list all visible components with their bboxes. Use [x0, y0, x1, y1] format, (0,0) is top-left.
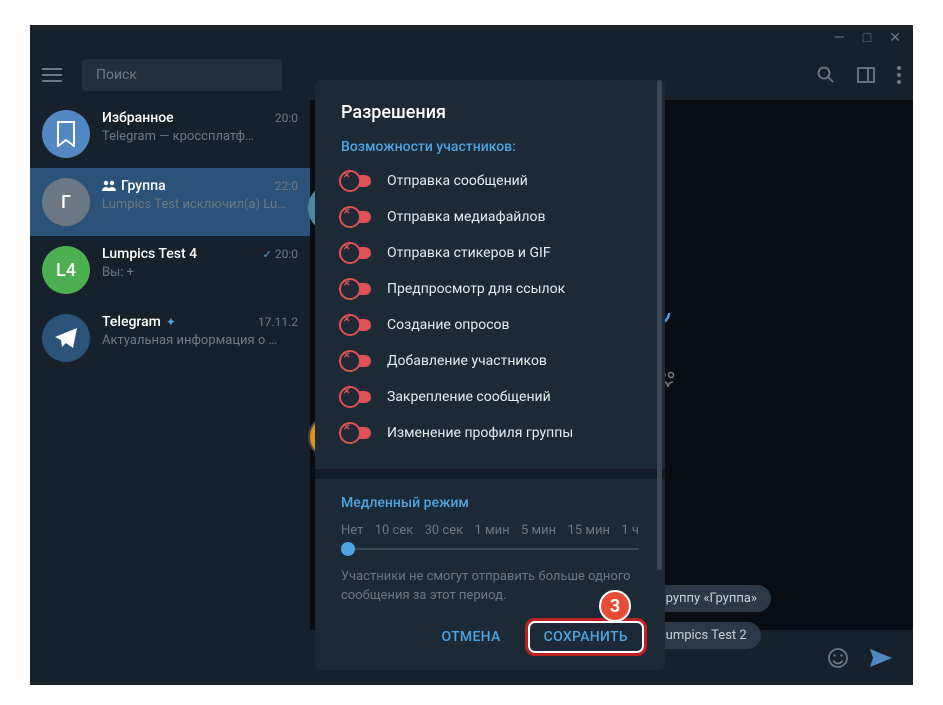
- chat-time: 20:0: [275, 110, 298, 126]
- toggle-switch[interactable]: [341, 355, 371, 367]
- permissions-dialog: Разрешения Возможности участников: Отпра…: [315, 80, 665, 670]
- toggle-switch[interactable]: [341, 319, 371, 331]
- slider-label: 30 сек: [425, 523, 464, 538]
- chat-time: ✓20:0: [263, 246, 298, 262]
- slider-label: Нет: [341, 523, 363, 538]
- chat-name: Lumpics Test 4: [102, 246, 197, 262]
- chat-item-group[interactable]: Г Группа 22:0 Lumpics Test исключил(а) Lu…: [30, 168, 310, 236]
- permission-label: Закрепление сообщений: [387, 389, 551, 405]
- permission-row[interactable]: Изменение профиля группы: [341, 415, 639, 451]
- permission-label: Создание опросов: [387, 317, 510, 333]
- chat-item-telegram[interactable]: Telegram ✦ 17.11.2 Актуальная информация …: [30, 304, 310, 372]
- close-button[interactable]: ✕: [889, 30, 901, 46]
- slider-labels: Нет 10 сек 30 сек 1 мин 5 мин 15 мин 1 ч: [341, 523, 639, 538]
- titlebar: — □ ✕: [30, 25, 913, 50]
- chat-preview: Lumpics Test исключил(а) Lu…: [102, 197, 298, 212]
- toggle-switch[interactable]: [341, 427, 371, 439]
- permission-row[interactable]: Отправка сообщений: [341, 163, 639, 199]
- avatar: L4: [42, 246, 90, 294]
- section-subtitle: Возможности участников:: [315, 131, 665, 163]
- slowmode-title: Медленный режим: [341, 495, 639, 523]
- scrollbar[interactable]: [657, 80, 662, 570]
- save-button[interactable]: СОХРАНИТЬ: [525, 618, 647, 656]
- permission-row[interactable]: Закрепление сообщений: [341, 379, 639, 415]
- slowmode-description: Участники не смогут отправить больше одн…: [341, 568, 639, 604]
- chat-preview: Telegram — кроссплатф…: [102, 129, 298, 144]
- chat-list: Избранное 20:0 Telegram — кроссплатф… Г Г…: [30, 100, 310, 685]
- slider-thumb[interactable]: [341, 542, 355, 556]
- search-input[interactable]: Поиск: [82, 59, 282, 91]
- permission-label: Изменение профиля группы: [387, 425, 573, 441]
- chat-preview: Актуальная информация о …: [102, 333, 298, 348]
- chat-name: Telegram ✦: [102, 314, 176, 330]
- sidepanel-icon[interactable]: [857, 66, 875, 84]
- slider-label: 1 ч: [621, 523, 639, 538]
- avatar-telegram-icon: [42, 314, 90, 362]
- search-icon[interactable]: [817, 66, 835, 84]
- slider-label: 1 мин: [474, 523, 509, 538]
- permission-label: Предпросмотр для ссылок: [387, 281, 565, 297]
- chat-item[interactable]: L4 Lumpics Test 4 ✓20:0 Вы: +: [30, 236, 310, 304]
- toggle-switch[interactable]: [341, 391, 371, 403]
- maximize-button[interactable]: □: [863, 29, 871, 46]
- emoji-icon[interactable]: [827, 647, 849, 669]
- toggle-switch[interactable]: [341, 175, 371, 187]
- more-icon[interactable]: [897, 66, 901, 84]
- permission-row[interactable]: Предпросмотр для ссылок: [341, 271, 639, 307]
- avatar: Г: [42, 178, 90, 226]
- permission-row[interactable]: Отправка медиафайлов: [341, 199, 639, 235]
- permission-label: Отправка сообщений: [387, 173, 528, 189]
- toggle-switch[interactable]: [341, 247, 371, 259]
- chat-item-saved[interactable]: Избранное 20:0 Telegram — кроссплатф…: [30, 100, 310, 168]
- permission-label: Отправка медиафайлов: [387, 209, 545, 225]
- cancel-button[interactable]: ОТМЕНА: [425, 618, 516, 656]
- check-icon: ✓: [263, 248, 272, 261]
- group-icon: [102, 180, 116, 192]
- slider-label: 5 мин: [521, 523, 556, 538]
- send-icon[interactable]: [869, 648, 893, 668]
- chat-name: Избранное: [102, 110, 174, 126]
- permission-row[interactable]: Отправка стикеров и GIF: [341, 235, 639, 271]
- chips-area: руппу «Группа» umpics Test 2: [652, 585, 771, 649]
- permission-label: Отправка стикеров и GIF: [387, 245, 551, 261]
- dialog-title: Разрешения: [315, 80, 665, 131]
- slider-label: 10 сек: [375, 523, 414, 538]
- permission-row[interactable]: Создание опросов: [341, 307, 639, 343]
- chat-name: Группа: [102, 178, 166, 194]
- avatar-saved-icon: [42, 110, 90, 158]
- chat-time: 17.11.2: [258, 314, 298, 330]
- chip[interactable]: руппу «Группа»: [652, 585, 771, 612]
- verified-icon: ✦: [166, 315, 176, 329]
- chat-time: 22:0: [275, 178, 298, 194]
- minimize-button[interactable]: —: [834, 30, 845, 46]
- permission-row[interactable]: Добавление участников: [341, 343, 639, 379]
- chip[interactable]: umpics Test 2: [652, 622, 761, 649]
- step-badge: 3: [599, 590, 631, 622]
- slider-label: 15 мин: [568, 523, 610, 538]
- chat-preview: Вы: +: [102, 265, 298, 280]
- toggle-switch[interactable]: [341, 211, 371, 223]
- slowmode-slider[interactable]: [341, 548, 639, 550]
- toggle-switch[interactable]: [341, 283, 371, 295]
- app-window: — □ ✕ Поиск ✕ Избранное 20:0 Telegram — к…: [30, 25, 913, 685]
- menu-icon[interactable]: [42, 68, 62, 82]
- permission-label: Добавление участников: [387, 353, 547, 369]
